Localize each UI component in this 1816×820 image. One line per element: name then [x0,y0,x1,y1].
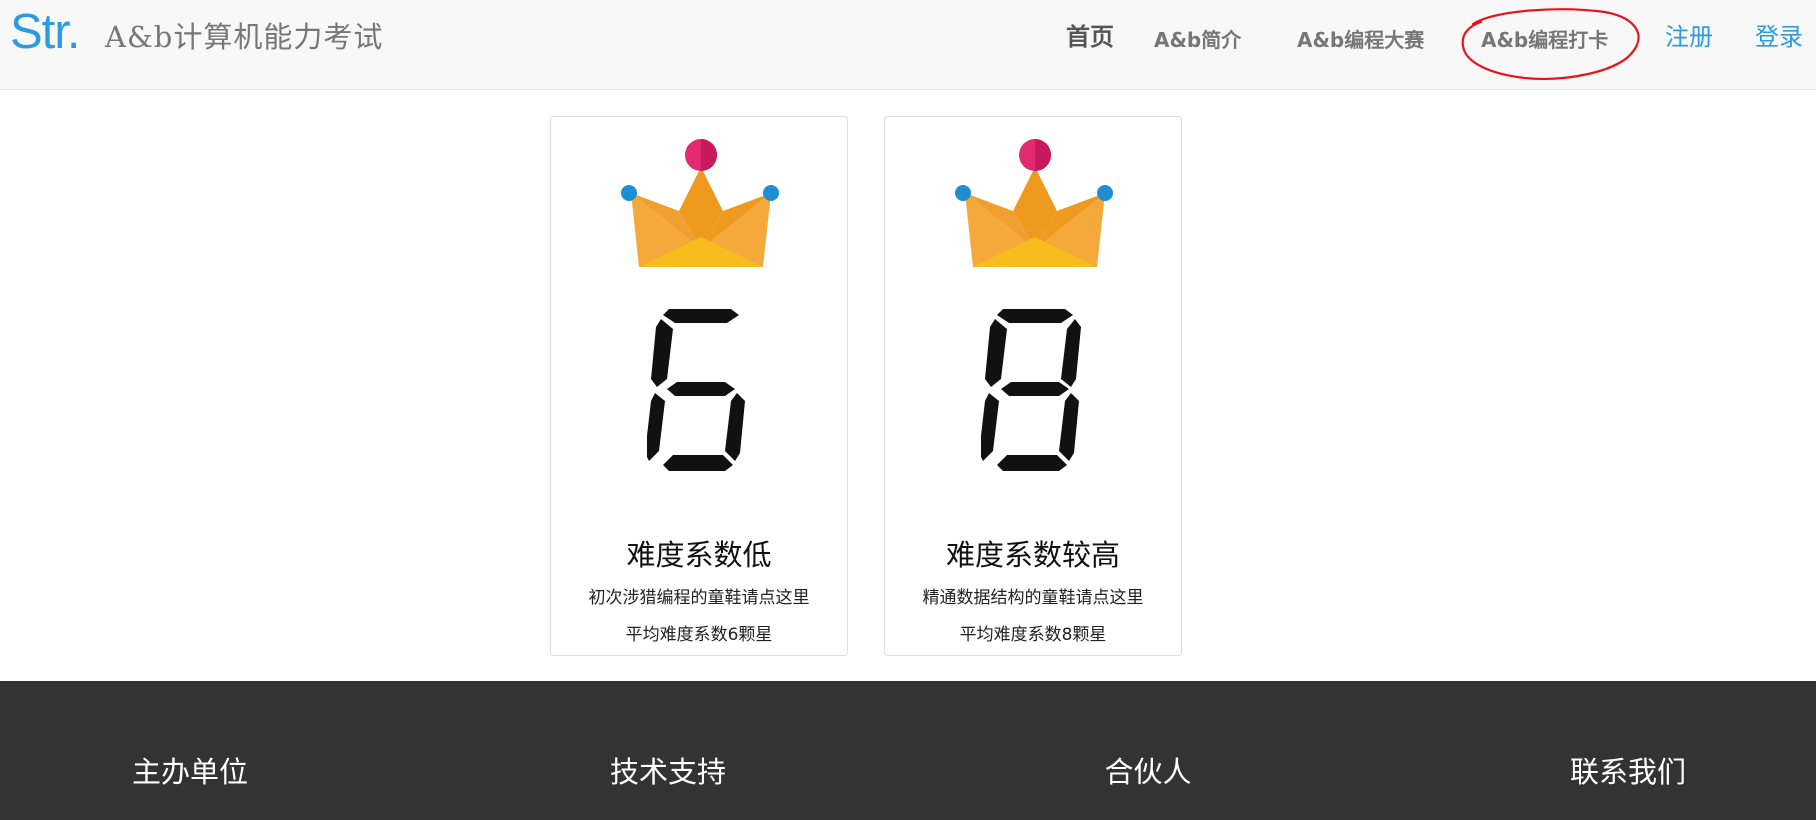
nav-home[interactable]: 首页 [1066,22,1114,52]
footer-heading-tech-support: 技术支持 [609,755,727,789]
footer-heading-partners: 合伙人 [1104,755,1192,789]
footer-heading-organizer: 主办单位 [131,755,249,789]
crown-icon [955,139,1113,267]
site-logo[interactable]: Str. [10,8,81,57]
crown-icon [621,139,779,267]
card-title: 难度系数较高 [945,538,1120,572]
footer-heading-contact: 联系我们 [1569,755,1687,789]
card-title: 难度系数低 [626,538,772,572]
card-description: 初次涉猎编程的童鞋请点这里 [588,588,810,608]
top-navbar: Str. A&b计算机能力考试 首页 A&b简介 A&b编程大赛 A&b编程打卡… [0,0,1816,90]
page-footer: 主办单位 技术支持 合伙人 联系我们 [0,681,1816,820]
card-description: 精通数据结构的童鞋请点这里 [922,588,1144,608]
nav-intro[interactable]: A&b简介 [1154,25,1241,55]
site-title[interactable]: A&b计算机能力考试 [105,20,383,54]
card-average-rating: 平均难度系数6颗星 [625,625,773,645]
digit-display [647,309,745,471]
register-link[interactable]: 注册 [1665,22,1713,52]
login-link[interactable]: 登录 [1755,22,1803,52]
nav-contest[interactable]: A&b编程大赛 [1297,25,1424,55]
difficulty-card-low[interactable]: 难度系数低 初次涉猎编程的童鞋请点这里 平均难度系数6颗星 [550,116,848,656]
nav-checkin[interactable]: A&b编程打卡 [1481,25,1608,55]
card-average-rating: 平均难度系数8颗星 [959,625,1107,645]
digit-display [981,309,1081,471]
difficulty-card-high[interactable]: 难度系数较高 精通数据结构的童鞋请点这里 平均难度系数8颗星 [884,116,1182,656]
